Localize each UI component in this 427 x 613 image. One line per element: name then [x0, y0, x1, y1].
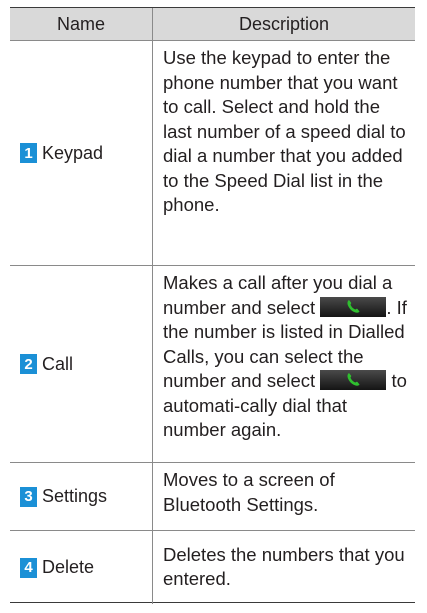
row-name-label: Settings	[42, 486, 108, 506]
row-name-label: Call	[42, 353, 74, 374]
number-badge: 1	[20, 143, 37, 163]
row-settings-name: 3 Settings	[10, 463, 153, 531]
row-name-label: Delete	[42, 557, 95, 577]
header-name: Name	[10, 8, 153, 41]
row-name-label: Keypad	[42, 142, 104, 163]
row-call-description: Makes a call after you dial a number and…	[153, 266, 415, 463]
row-keypad-description: Use the keypad to enter the phone number…	[153, 41, 415, 266]
row-settings-description: Moves to a screen of Bluetooth Settings.	[153, 463, 415, 531]
call-button-icon	[320, 370, 387, 390]
row-delete-description: Deletes the numbers that you entered.	[163, 543, 405, 590]
row-call-name: 2 Call	[10, 266, 153, 463]
number-badge: 3	[20, 486, 37, 507]
function-table: Name Description 1 Keypad Use the keypad…	[10, 7, 415, 604]
number-badge: 4	[20, 557, 37, 578]
row-keypad-name: 1 Keypad	[10, 41, 153, 266]
number-badge: 2	[20, 354, 37, 374]
row-delete-name: 4 Delete	[10, 531, 153, 604]
call-button-icon	[320, 296, 387, 317]
header-description: Description	[153, 8, 415, 41]
